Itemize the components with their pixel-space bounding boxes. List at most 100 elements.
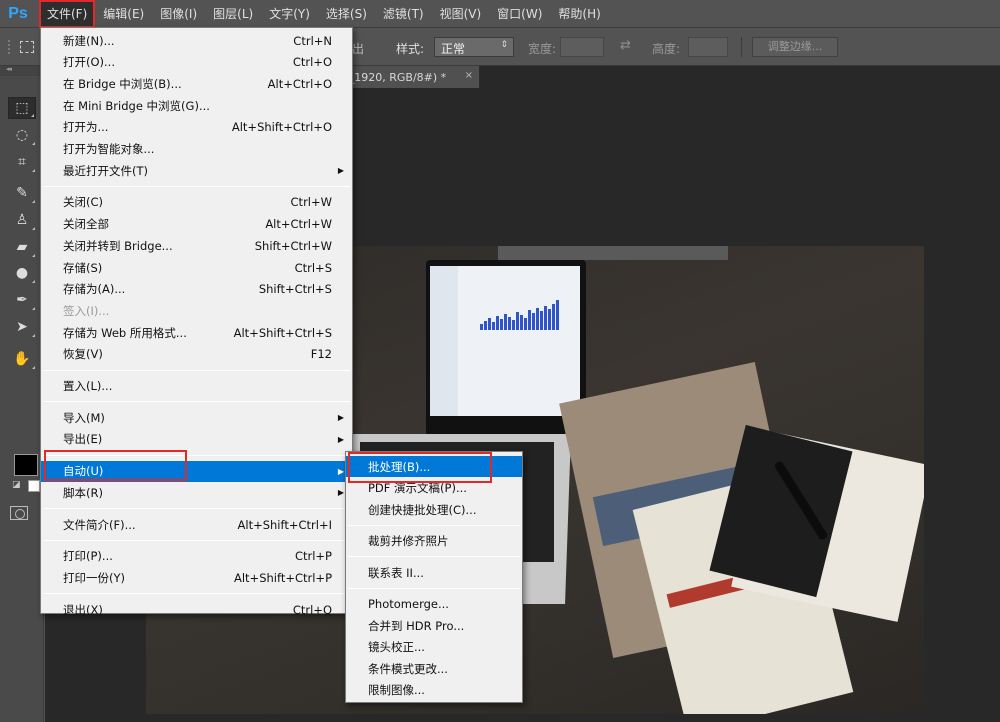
file-menu-item[interactable]: 脚本(R) ▶ — [41, 482, 352, 503]
rectangular-marquee-tool-icon[interactable]: ⬚ — [8, 97, 36, 119]
path-selection-tool-icon[interactable]: ➤ — [8, 316, 36, 338]
file-menu-item[interactable]: 存储(S) Ctrl+S — [41, 257, 352, 278]
background-color-swatch[interactable] — [28, 480, 40, 492]
menu-item-9[interactable]: 帮助(H) — [551, 1, 607, 27]
file-menu-item[interactable]: 打印(P)... Ctrl+P — [41, 546, 352, 567]
automate-submenu-item[interactable]: 创建快捷批处理(C)... — [346, 499, 522, 520]
photo-screen-bar — [516, 312, 519, 330]
quick-mask-icon[interactable] — [10, 506, 28, 520]
file-menu-item-shortcut: Ctrl+O — [292, 55, 332, 70]
default-colors-icon[interactable]: ◪ — [12, 480, 22, 490]
file-menu-item[interactable]: 导入(M) ▶ — [41, 407, 352, 428]
file-menu-item[interactable]: 关闭(C) Ctrl+W — [41, 192, 352, 213]
collapse-arrows-icon[interactable]: ◂◂ — [6, 65, 12, 73]
menu-item-1[interactable]: 编辑(E) — [96, 1, 151, 27]
pen-tool-icon[interactable]: ✒ — [8, 289, 36, 311]
file-menu-item-shortcut: Ctrl+Q — [292, 602, 332, 617]
width-field[interactable] — [560, 37, 604, 57]
photo-screen-bar — [524, 318, 527, 330]
file-menu-item-label: 置入(L)... — [63, 379, 113, 393]
blur-tool-icon[interactable]: ● — [8, 262, 36, 284]
file-menu-item-label: 打开为... — [63, 120, 109, 135]
menu-separator — [43, 539, 350, 541]
automate-submenu-item[interactable]: PDF 演示文稿(P)... — [346, 478, 522, 499]
lasso-tool-icon[interactable]: ◌ — [8, 124, 36, 146]
height-field[interactable] — [688, 37, 728, 57]
file-menu-item[interactable]: 自动(U) ▶ — [41, 460, 352, 482]
file-menu-item-shortcut: Ctrl+W — [290, 195, 332, 210]
eraser-tool-icon[interactable]: ▰ — [8, 236, 36, 258]
photoshop-logo: Ps — [8, 4, 28, 22]
swap-width-height-icon[interactable]: ⇄ — [620, 38, 631, 53]
file-menu-item[interactable]: 恢复(V) F12 — [41, 344, 352, 365]
file-menu-item-label: 恢复(V) — [63, 347, 103, 362]
file-menu-item[interactable]: 在 Mini Bridge 中浏览(G)... — [41, 95, 352, 116]
close-icon[interactable]: × — [465, 70, 473, 81]
menu-item-0[interactable]: 文件(F) — [38, 0, 96, 28]
menu-item-7[interactable]: 视图(V) — [433, 1, 489, 27]
clone-stamp-tool-icon[interactable]: ♙ — [8, 209, 36, 231]
photo-screen-bar — [508, 317, 511, 330]
automate-submenu-item[interactable]: 限制图像... — [346, 680, 522, 701]
file-menu-item[interactable]: 文件简介(F)... Alt+Shift+Ctrl+I — [41, 514, 352, 535]
menu-item-8[interactable]: 窗口(W) — [490, 1, 549, 27]
tools-panel: ⬚ ◌ ⌗ ✎ ♙ ▰ ● ✒ ➤ ✋ ◪ — [0, 76, 44, 722]
file-menu-item[interactable]: 最近打开文件(T) ▶ — [41, 160, 352, 181]
file-menu-item-shortcut: Ctrl+S — [294, 260, 332, 275]
photo-tray — [498, 246, 728, 260]
tool-flyout-indicator — [32, 200, 35, 203]
file-menu-item[interactable]: 置入(L)... — [41, 376, 352, 397]
grip-icon[interactable] — [8, 40, 12, 54]
brush-tool-icon[interactable]: ✎ — [8, 182, 36, 204]
file-menu-item-label: 退出(X) — [63, 602, 103, 617]
menu-item-5[interactable]: 选择(S) — [319, 1, 374, 27]
file-menu-item[interactable]: 关闭并转到 Bridge... Shift+Ctrl+W — [41, 235, 352, 256]
file-menu-item[interactable]: 打开(O)... Ctrl+O — [41, 52, 352, 73]
file-menu-item-shortcut: Shift+Ctrl+S — [258, 282, 332, 297]
file-menu-item[interactable]: 存储为 Web 所用格式... Alt+Shift+Ctrl+S — [41, 322, 352, 343]
file-menu-item[interactable]: 关闭全部 Alt+Ctrl+W — [41, 214, 352, 235]
file-menu-item-shortcut: Alt+Ctrl+W — [265, 217, 332, 232]
file-menu-item[interactable]: 打开为智能对象... — [41, 139, 352, 160]
file-menu-item-label: 关闭全部 — [63, 217, 109, 232]
file-menu-item[interactable]: 导出(E) ▶ — [41, 429, 352, 450]
file-menu-item[interactable]: 在 Bridge 中浏览(B)... Alt+Ctrl+O — [41, 73, 352, 94]
photo-screen-bar — [500, 319, 503, 330]
hand-tool-icon[interactable]: ✋ — [8, 348, 36, 370]
menu-item-4[interactable]: 文字(Y) — [262, 1, 317, 27]
tools-panel-header[interactable]: ◂◂ — [0, 65, 44, 76]
file-menu-item[interactable]: 打印一份(Y) Alt+Shift+Ctrl+P — [41, 567, 352, 588]
automate-submenu-item[interactable]: 批处理(B)... — [346, 456, 522, 477]
submenu-arrow-icon: ▶ — [337, 166, 344, 176]
menu-item-3[interactable]: 图层(L) — [206, 1, 260, 27]
menu-item-6[interactable]: 滤镜(T) — [376, 1, 431, 27]
foreground-color-swatch[interactable] — [14, 454, 38, 476]
style-select[interactable]: 正常 ⇕ — [434, 37, 514, 57]
automate-submenu-item[interactable]: 裁剪并修齐照片 — [346, 531, 522, 552]
submenu-arrow-icon: ▶ — [337, 413, 344, 423]
select-arrows-icon: ⇕ — [500, 40, 508, 50]
marquee-preset-icon[interactable] — [20, 41, 34, 53]
file-menu-item[interactable]: 退出(X) Ctrl+Q — [41, 599, 352, 620]
crop-tool-icon[interactable]: ⌗ — [8, 151, 36, 173]
file-menu-item[interactable]: 新建(N)... Ctrl+N — [41, 30, 352, 51]
automate-submenu-item[interactable]: 合并到 HDR Pro... — [346, 615, 522, 636]
file-menu-item-shortcut: Alt+Shift+Ctrl+I — [237, 517, 332, 532]
automate-submenu-item[interactable]: 联系表 II... — [346, 562, 522, 583]
file-menu-item[interactable]: 打开为... Alt+Shift+Ctrl+O — [41, 117, 352, 138]
photo-screen-bar — [496, 316, 499, 330]
width-label: 宽度: — [528, 42, 557, 56]
file-menu-item[interactable]: 存储为(A)... Shift+Ctrl+S — [41, 279, 352, 300]
photo-screen-bar — [480, 324, 483, 330]
file-menu-item-label: 打开(O)... — [63, 55, 115, 70]
menu-item-2[interactable]: 图像(I) — [153, 1, 204, 27]
automate-submenu-item[interactable]: 镜头校正... — [346, 637, 522, 658]
file-menu-item-label: 签入(I)... — [63, 303, 110, 318]
automate-submenu-item[interactable]: 条件模式更改... — [346, 658, 522, 679]
automate-submenu-item[interactable]: Photomerge... — [346, 594, 522, 615]
file-menu-item-label: 存储为 Web 所用格式... — [63, 325, 187, 340]
height-label: 高度: — [652, 42, 681, 56]
refine-edge-button[interactable]: 调整边缘... — [752, 37, 838, 57]
tool-flyout-indicator — [32, 254, 35, 257]
menu-separator — [43, 369, 350, 371]
